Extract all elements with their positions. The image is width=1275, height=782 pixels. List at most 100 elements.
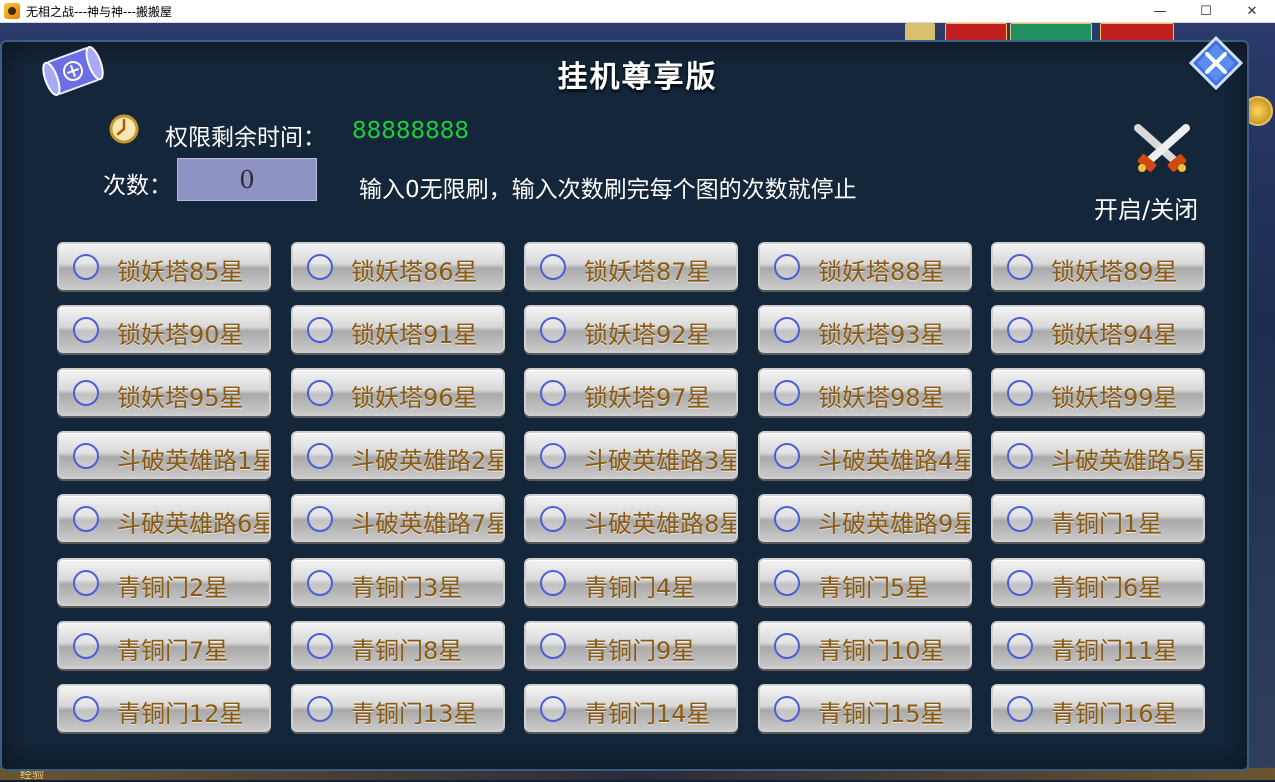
map-option-button[interactable]: 锁妖塔86星 (291, 242, 505, 290)
radio-icon[interactable] (540, 633, 566, 659)
radio-icon[interactable] (73, 254, 99, 280)
radio-icon[interactable] (540, 506, 566, 532)
map-option-label: 青铜门15星 (818, 700, 945, 728)
map-option-button[interactable]: 锁妖塔91星 (291, 305, 505, 353)
map-option-button[interactable]: 青铜门2星 (57, 558, 271, 606)
map-option-button[interactable]: 青铜门6星 (991, 558, 1205, 606)
map-option-button[interactable]: 青铜门1星 (991, 494, 1205, 542)
radio-icon[interactable] (540, 380, 566, 406)
radio-icon[interactable] (307, 254, 333, 280)
radio-icon[interactable] (1007, 696, 1033, 722)
radio-icon[interactable] (540, 570, 566, 596)
radio-icon[interactable] (73, 317, 99, 343)
map-option-button[interactable]: 锁妖塔85星 (57, 242, 271, 290)
map-option-button[interactable]: 青铜门12星 (57, 684, 271, 732)
radio-icon[interactable] (774, 380, 800, 406)
map-option-button[interactable]: 青铜门16星 (991, 684, 1205, 732)
map-option-button[interactable]: 青铜门13星 (291, 684, 505, 732)
map-option-button[interactable]: 青铜门3星 (291, 558, 505, 606)
map-option-button[interactable]: 斗破英雄路1星 (57, 431, 271, 479)
radio-icon[interactable] (1007, 633, 1033, 659)
map-option-button[interactable]: 锁妖塔92星 (524, 305, 738, 353)
map-option-button[interactable]: 青铜门7星 (57, 621, 271, 669)
map-option-button[interactable]: 斗破英雄路6星 (57, 494, 271, 542)
map-option-label: 斗破英雄路6星 (117, 510, 271, 538)
map-option-label: 锁妖塔95星 (117, 384, 244, 412)
map-option-label: 斗破英雄路7星 (351, 510, 505, 538)
radio-icon[interactable] (540, 254, 566, 280)
radio-icon[interactable] (73, 506, 99, 532)
radio-icon[interactable] (774, 254, 800, 280)
radio-icon[interactable] (774, 570, 800, 596)
map-option-label: 青铜门16星 (1051, 700, 1178, 728)
radio-icon[interactable] (1007, 380, 1033, 406)
map-option-button[interactable]: 斗破英雄路9星 (758, 494, 972, 542)
map-option-button[interactable]: 锁妖塔90星 (57, 305, 271, 353)
map-option-button[interactable]: 青铜门4星 (524, 558, 738, 606)
map-option-button[interactable]: 青铜门15星 (758, 684, 972, 732)
radio-icon[interactable] (774, 696, 800, 722)
map-option-button[interactable]: 锁妖塔94星 (991, 305, 1205, 353)
map-option-button[interactable]: 斗破英雄路7星 (291, 494, 505, 542)
map-option-button[interactable]: 青铜门10星 (758, 621, 972, 669)
radio-icon[interactable] (540, 696, 566, 722)
map-option-button[interactable]: 青铜门5星 (758, 558, 972, 606)
radio-icon[interactable] (540, 443, 566, 469)
radio-icon[interactable] (1007, 443, 1033, 469)
map-option-label: 青铜门7星 (117, 637, 229, 665)
map-option-button[interactable]: 锁妖塔88星 (758, 242, 972, 290)
map-option-button[interactable]: 斗破英雄路4星 (758, 431, 972, 479)
minimize-button[interactable]: — (1137, 0, 1183, 22)
map-option-button[interactable]: 锁妖塔98星 (758, 368, 972, 416)
map-option-label: 斗破英雄路4星 (818, 447, 972, 475)
map-option-button[interactable]: 青铜门11星 (991, 621, 1205, 669)
map-option-button[interactable]: 青铜门9星 (524, 621, 738, 669)
map-option-button[interactable]: 斗破英雄路5星 (991, 431, 1205, 479)
toggle-label[interactable]: 开启/关闭 (1094, 190, 1198, 225)
map-option-button[interactable]: 锁妖塔96星 (291, 368, 505, 416)
radio-icon[interactable] (307, 380, 333, 406)
radio-icon[interactable] (1007, 506, 1033, 532)
radio-icon[interactable] (73, 443, 99, 469)
radio-icon[interactable] (73, 696, 99, 722)
crossed-swords-icon[interactable] (1130, 122, 1194, 174)
count-input[interactable] (177, 158, 317, 201)
map-option-label: 锁妖塔86星 (351, 258, 478, 286)
radio-icon[interactable] (774, 317, 800, 343)
map-option-button[interactable]: 斗破英雄路8星 (524, 494, 738, 542)
radio-icon[interactable] (774, 633, 800, 659)
radio-icon[interactable] (73, 380, 99, 406)
window-close-button[interactable]: ✕ (1229, 0, 1275, 22)
radio-icon[interactable] (307, 696, 333, 722)
radio-icon[interactable] (540, 317, 566, 343)
map-option-button[interactable]: 锁妖塔89星 (991, 242, 1205, 290)
map-option-label: 斗破英雄路8星 (584, 510, 738, 538)
maximize-button[interactable]: ☐ (1183, 0, 1229, 22)
radio-icon[interactable] (774, 443, 800, 469)
radio-icon[interactable] (1007, 317, 1033, 343)
map-option-label: 锁妖塔90星 (117, 321, 244, 349)
close-icon[interactable] (1189, 36, 1243, 90)
map-option-button[interactable]: 青铜门14星 (524, 684, 738, 732)
map-option-button[interactable]: 锁妖塔87星 (524, 242, 738, 290)
radio-icon[interactable] (73, 570, 99, 596)
radio-icon[interactable] (307, 633, 333, 659)
map-option-button[interactable]: 锁妖塔97星 (524, 368, 738, 416)
map-option-button[interactable]: 青铜门8星 (291, 621, 505, 669)
radio-icon[interactable] (73, 633, 99, 659)
map-option-button[interactable]: 锁妖塔95星 (57, 368, 271, 416)
map-option-button[interactable]: 斗破英雄路2星 (291, 431, 505, 479)
radio-icon[interactable] (1007, 254, 1033, 280)
radio-icon[interactable] (1007, 570, 1033, 596)
map-option-button[interactable]: 锁妖塔93星 (758, 305, 972, 353)
map-option-button[interactable]: 锁妖塔99星 (991, 368, 1205, 416)
map-option-button[interactable]: 斗破英雄路3星 (524, 431, 738, 479)
map-option-label: 锁妖塔98星 (818, 384, 945, 412)
count-hint: 输入0无限刷，输入次数刷完每个图的次数就停止 (359, 177, 857, 203)
radio-icon[interactable] (307, 570, 333, 596)
radio-icon[interactable] (307, 443, 333, 469)
map-option-label: 青铜门8星 (351, 637, 463, 665)
radio-icon[interactable] (307, 506, 333, 532)
radio-icon[interactable] (307, 317, 333, 343)
radio-icon[interactable] (774, 506, 800, 532)
